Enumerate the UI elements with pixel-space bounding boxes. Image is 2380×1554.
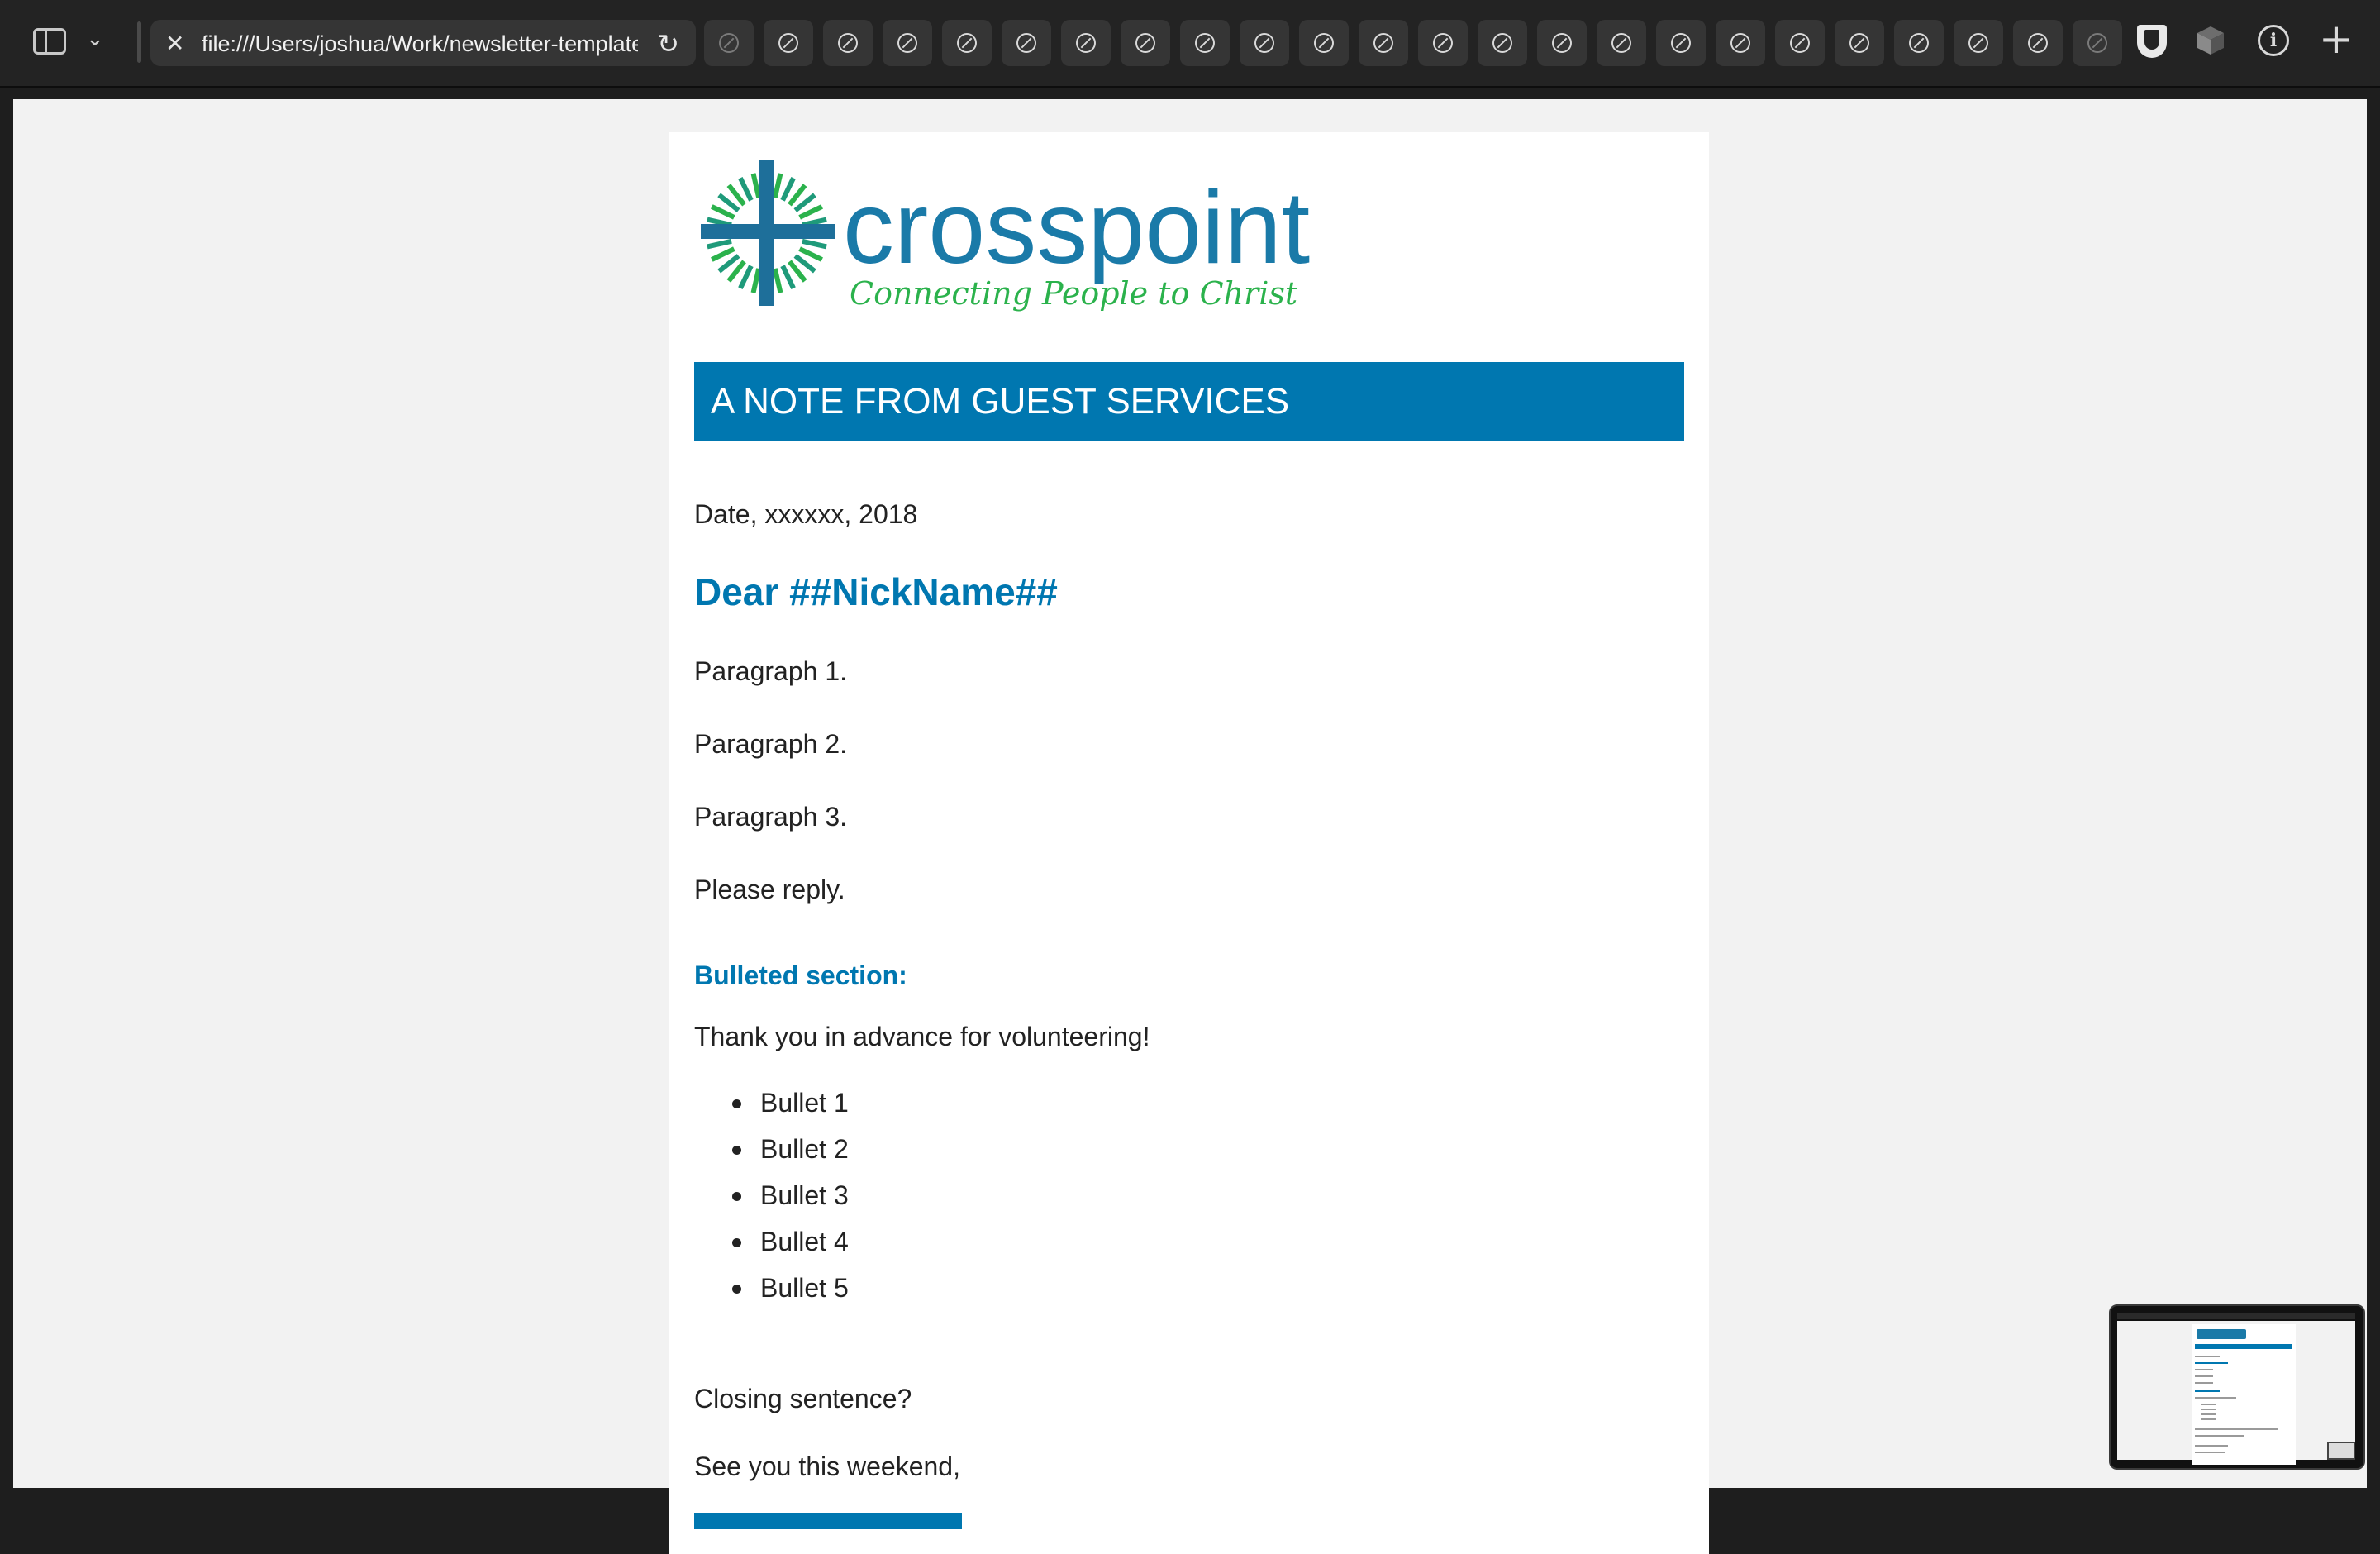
sidebar-toggle-icon[interactable] (33, 28, 66, 55)
list-item: Bullet 2 (694, 1132, 849, 1179)
compass-icon (778, 33, 798, 53)
paragraph-2: Paragraph 2. (694, 729, 848, 759)
list-item: Bullet 3 (694, 1179, 849, 1225)
shield-icon[interactable] (2137, 25, 2167, 58)
compass-icon (2087, 33, 2107, 53)
browser-tab[interactable] (1954, 20, 2003, 66)
logo-wordmark: crosspoint (843, 171, 1310, 285)
greeting: Dear ##NickName## (694, 570, 1058, 613)
browser-tab[interactable] (1478, 20, 1527, 66)
compass-icon (1314, 33, 1334, 53)
browser-tab[interactable] (2013, 20, 2063, 66)
browser-toolbar: ⌄ ✕ file:///Users/joshua/Work/newsletter… (0, 0, 2380, 88)
page-viewport: crosspoint Connecting People to Christ A… (13, 99, 2367, 1554)
browser-tab[interactable] (1240, 20, 1289, 66)
compass-icon (2028, 33, 2048, 53)
list-item: Bullet 5 (694, 1271, 849, 1318)
browser-tab[interactable] (2073, 20, 2122, 66)
cta-button[interactable] (694, 1513, 962, 1529)
closing-sentence: Closing sentence? (694, 1384, 912, 1413)
compass-icon (1849, 33, 1869, 53)
browser-tab[interactable] (1835, 20, 1884, 66)
compass-icon (1195, 33, 1215, 53)
reload-icon[interactable]: ↻ (657, 28, 679, 60)
browser-tab[interactable] (1359, 20, 1408, 66)
browser-tab[interactable] (764, 20, 813, 66)
paragraph-1: Paragraph 1. (694, 656, 848, 686)
browser-tab[interactable] (704, 20, 754, 66)
section-intro: Thank you in advance for volunteering! (694, 1022, 1150, 1051)
section-heading: Bulleted section: (694, 961, 907, 990)
paragraph-3: Paragraph 3. (694, 802, 848, 832)
banner-title: A NOTE FROM GUEST SERVICES (711, 381, 1290, 422)
compass-icon (1016, 33, 1036, 53)
bullet-list: Bullet 1 Bullet 2 Bullet 3 Bullet 4 Bull… (694, 1086, 849, 1318)
browser-tab[interactable] (883, 20, 932, 66)
plus-icon[interactable]: + (2319, 18, 2354, 60)
compass-icon (1135, 33, 1155, 53)
reply-request: Please reply. (694, 875, 845, 904)
chevron-down-icon[interactable]: ⌄ (86, 26, 104, 51)
close-icon[interactable]: ✕ (165, 30, 184, 57)
list-item: Bullet 4 (694, 1225, 849, 1271)
compass-icon (897, 33, 917, 53)
compass-icon (1611, 33, 1631, 53)
header-banner: A NOTE FROM GUEST SERVICES (694, 362, 1684, 441)
compass-icon (1552, 33, 1572, 53)
signoff: See you this weekend, (694, 1452, 960, 1481)
browser-tab[interactable] (1597, 20, 1646, 66)
browser-tab[interactable] (1061, 20, 1111, 66)
browser-tab[interactable] (823, 20, 873, 66)
browser-tab[interactable] (1121, 20, 1170, 66)
compass-icon (1968, 33, 1988, 53)
tab-strip (704, 20, 2122, 66)
compass-icon (1492, 33, 1512, 53)
compass-icon (957, 33, 977, 53)
compass-icon (838, 33, 858, 53)
compass-icon (1254, 33, 1274, 53)
browser-tab[interactable] (1537, 20, 1587, 66)
compass-icon (1909, 33, 1929, 53)
compass-icon (1790, 33, 1810, 53)
compass-icon (1730, 33, 1750, 53)
browser-tab[interactable] (1299, 20, 1349, 66)
browser-tab[interactable] (1656, 20, 1706, 66)
info-icon[interactable]: i (2258, 25, 2289, 56)
browser-tab[interactable] (1716, 20, 1765, 66)
date-line: Date, xxxxxx, 2018 (694, 499, 918, 529)
browser-tab[interactable] (1894, 20, 1944, 66)
compass-icon (1433, 33, 1453, 53)
compass-icon (1671, 33, 1691, 53)
address-bar[interactable]: ✕ file:///Users/joshua/Work/newsletter-t… (150, 20, 696, 66)
browser-tab[interactable] (1775, 20, 1825, 66)
browser-tab[interactable] (942, 20, 992, 66)
browser-tab[interactable] (1002, 20, 1051, 66)
url-text[interactable]: file:///Users/joshua/Work/newsletter-tem… (202, 31, 638, 56)
compass-icon (1076, 33, 1096, 53)
logo-tagline: Connecting People to Christ (850, 275, 1298, 312)
browser-tab[interactable] (1180, 20, 1230, 66)
toolbar-divider (137, 21, 141, 63)
email-body: crosspoint Connecting People to Christ A… (669, 132, 1709, 1554)
cube-icon[interactable] (2195, 25, 2226, 56)
page-preview-thumbnail[interactable] (2109, 1304, 2365, 1470)
logo-burst-icon (701, 160, 835, 306)
list-item: Bullet 1 (694, 1086, 849, 1132)
crosspoint-logo: crosspoint Connecting People to Christ (701, 160, 1310, 312)
compass-icon (719, 33, 739, 53)
browser-tab[interactable] (1418, 20, 1468, 66)
compass-icon (1373, 33, 1393, 53)
